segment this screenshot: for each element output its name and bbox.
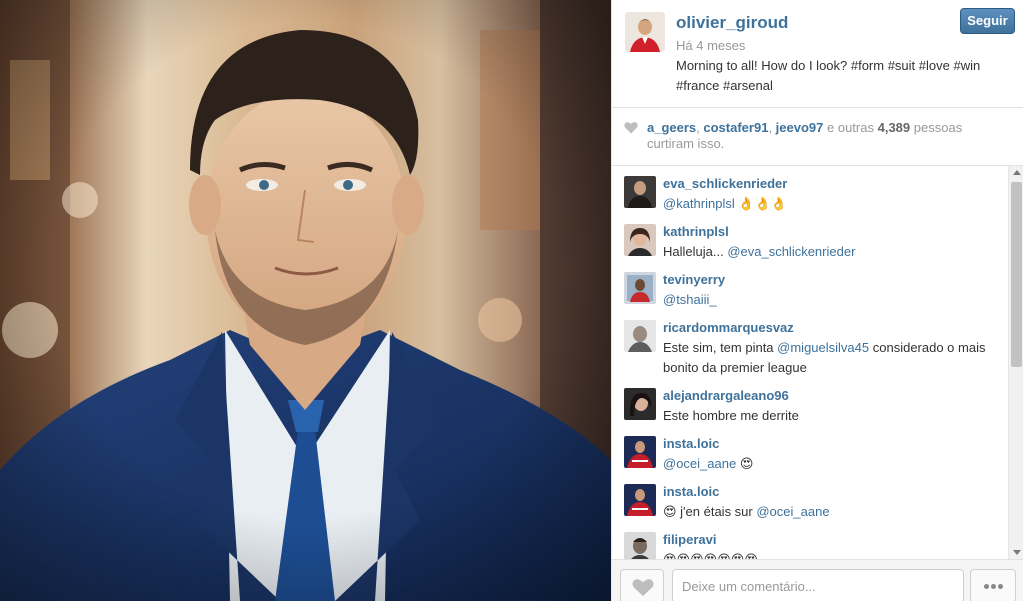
comment-mention[interactable]: @kathrinplsl bbox=[663, 196, 735, 211]
comment-mention[interactable]: @ocei_aane bbox=[663, 456, 736, 471]
likes-summary: a_geers, costafer91, jeevo97 e outras 4,… bbox=[647, 120, 963, 151]
comment-text-part: 👌👌👌 bbox=[734, 196, 787, 211]
comment-text-part: 😍 j'en étais sur bbox=[663, 504, 757, 519]
author-username[interactable]: olivier_giroud bbox=[676, 13, 788, 33]
comment-text: Este hombre me derrite bbox=[663, 406, 993, 426]
comment-text-part: Este sim, tem pinta bbox=[663, 340, 778, 355]
commenter-avatar[interactable] bbox=[624, 320, 656, 352]
commenter-avatar-image bbox=[624, 532, 656, 559]
comment-mention[interactable]: @eva_schlickenrieder bbox=[727, 244, 855, 259]
comment-text: @ocei_aane 😍 bbox=[663, 454, 993, 474]
commenter-username[interactable]: ricardommarquesvaz bbox=[663, 320, 794, 335]
commenter-username[interactable]: insta.loic bbox=[663, 436, 719, 451]
photo-illustration bbox=[0, 0, 611, 601]
commenter-avatar-image bbox=[624, 176, 656, 208]
post-header: olivier_giroud Há 4 meses Morning to all… bbox=[612, 0, 1023, 108]
commenter-avatar[interactable] bbox=[624, 272, 656, 304]
scrollbar-thumb[interactable] bbox=[1011, 182, 1022, 367]
comment-mention[interactable]: @miguelsilva45 bbox=[777, 340, 869, 355]
commenter-username[interactable]: filiperavi bbox=[663, 532, 716, 547]
commenter-avatar-image bbox=[624, 320, 656, 352]
commenter-username[interactable]: tevinyerry bbox=[663, 272, 725, 287]
comment-text-part: Este hombre me derrite bbox=[663, 408, 799, 423]
liker-link[interactable]: costafer91 bbox=[703, 120, 768, 135]
more-dots-icon bbox=[997, 584, 1003, 589]
post-timestamp[interactable]: Há 4 meses bbox=[676, 38, 745, 53]
follow-button[interactable]: Seguir bbox=[960, 8, 1015, 34]
author-avatar[interactable] bbox=[625, 12, 665, 52]
liker-link[interactable]: a_geers bbox=[647, 120, 696, 135]
commenter-avatar-image bbox=[624, 436, 656, 468]
comments-list[interactable]: eva_schlickenrieder @kathrinplsl 👌👌👌 kat… bbox=[612, 166, 1008, 559]
likes-count[interactable]: 4,389 bbox=[878, 120, 911, 135]
scroll-down-icon[interactable] bbox=[1013, 550, 1021, 555]
commenter-avatar[interactable] bbox=[624, 436, 656, 468]
comments-scrollbar[interactable] bbox=[1008, 166, 1023, 559]
commenter-avatar[interactable] bbox=[624, 532, 656, 559]
liker-link[interactable]: jeevo97 bbox=[776, 120, 824, 135]
commenter-avatar[interactable] bbox=[624, 176, 656, 208]
caption-text: Morning to all! How do I look? #form #su… bbox=[676, 58, 981, 93]
comment-text: @kathrinplsl 👌👌👌 bbox=[663, 194, 993, 214]
commenter-avatar-image bbox=[624, 272, 656, 304]
likes-section: a_geers, costafer91, jeevo97 e outras 4,… bbox=[612, 108, 1023, 166]
more-dots-icon bbox=[983, 584, 989, 589]
comment-text-part: 😍 bbox=[736, 456, 754, 471]
commenter-avatar-image bbox=[624, 224, 656, 256]
comment-bar bbox=[612, 559, 1023, 601]
commenter-avatar[interactable] bbox=[624, 388, 656, 420]
more-dots-icon bbox=[990, 584, 996, 589]
heart-icon bbox=[632, 579, 654, 596]
comment-text: 😍 j'en étais sur @ocei_aane bbox=[663, 502, 993, 522]
likes-middle-text: e outras bbox=[827, 120, 874, 135]
commenter-avatar[interactable] bbox=[624, 224, 656, 256]
commenter-username[interactable]: insta.loic bbox=[663, 484, 719, 499]
comment-text-part: 😍😍😍😍😍😍😍 bbox=[663, 552, 758, 559]
comment-text-part: Halleluja... bbox=[663, 244, 728, 259]
scroll-up-icon[interactable] bbox=[1013, 170, 1021, 175]
commenter-avatar-image bbox=[624, 484, 656, 516]
comment-text: @tshaiii_ bbox=[663, 290, 993, 310]
post-details-panel: olivier_giroud Há 4 meses Morning to all… bbox=[611, 0, 1023, 601]
author-avatar-image bbox=[625, 12, 665, 52]
comment-text: Este sim, tem pinta @miguelsilva45 consi… bbox=[663, 338, 993, 378]
comment-mention[interactable]: @ocei_aane bbox=[756, 504, 829, 519]
commenter-username[interactable]: alejandrargaleano96 bbox=[663, 388, 789, 403]
commenter-username[interactable]: kathrinplsl bbox=[663, 224, 729, 239]
more-options-button[interactable] bbox=[970, 569, 1016, 601]
comment-text: 😍😍😍😍😍😍😍 bbox=[663, 550, 993, 559]
commenter-username[interactable]: eva_schlickenrieder bbox=[663, 176, 787, 191]
post-caption: Morning to all! How do I look? #form #su… bbox=[676, 56, 1006, 96]
commenter-avatar-image bbox=[624, 388, 656, 420]
like-button[interactable] bbox=[620, 569, 664, 601]
commenter-avatar[interactable] bbox=[624, 484, 656, 516]
comment-mention[interactable]: @tshaiii_ bbox=[663, 292, 717, 307]
post-photo[interactable] bbox=[0, 0, 611, 601]
comment-input[interactable] bbox=[672, 569, 964, 601]
comment-text: Halleluja... @eva_schlickenrieder bbox=[663, 242, 993, 262]
heart-icon bbox=[624, 122, 638, 134]
